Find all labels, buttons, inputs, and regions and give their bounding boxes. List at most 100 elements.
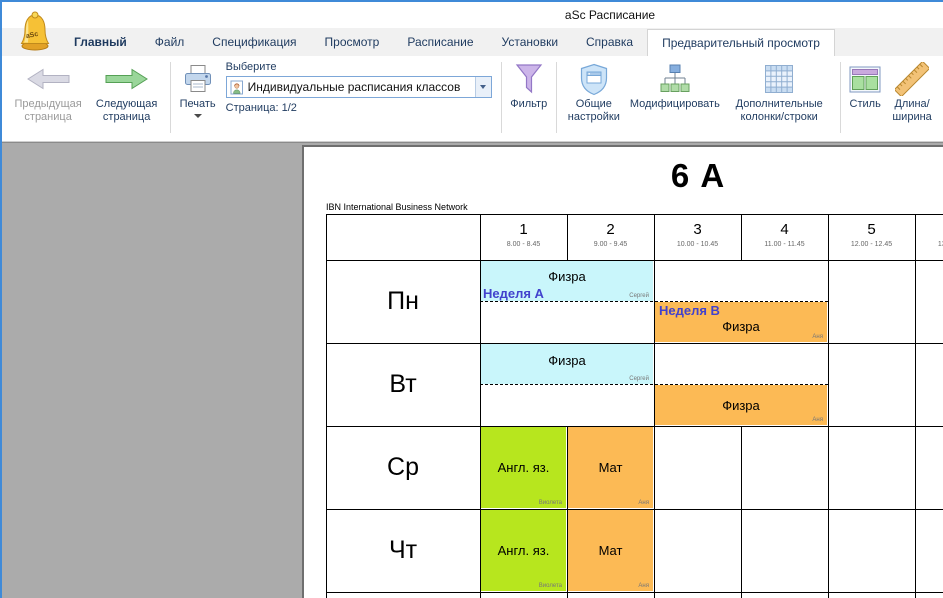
week-a-label: Неделя A xyxy=(483,286,544,301)
lesson-wed-math: Мат Аня xyxy=(568,427,653,508)
period-time: 10.00 - 10.45 xyxy=(654,241,741,248)
menu-tab-fayl[interactable]: Файл xyxy=(141,28,199,56)
column-header-4: 4 11.00 - 11.45 xyxy=(741,214,828,260)
modify-button[interactable]: Модифицировать xyxy=(626,58,724,139)
lesson-teacher: Аня xyxy=(812,334,823,340)
general-settings-button[interactable]: Общие настройки xyxy=(562,58,626,139)
ribbon-separator xyxy=(840,62,841,133)
preview-page: 6 А IBN International Business Network xyxy=(302,145,943,598)
style-button[interactable]: Стиль xyxy=(845,58,885,139)
printer-icon xyxy=(182,60,214,98)
menu-tab-prosmotr[interactable]: Просмотр xyxy=(311,28,394,56)
ribbon-separator xyxy=(556,62,557,133)
menu-tab-glavnyy[interactable]: Главный xyxy=(60,28,141,56)
previous-page-arrow-icon xyxy=(26,60,70,98)
lesson-thu-english: Англ. яз. Виолета xyxy=(481,510,566,591)
school-name: IBN International Business Network xyxy=(326,202,468,212)
lesson-teacher: Аня xyxy=(812,417,823,423)
next-page-button[interactable]: Следующая страница xyxy=(88,58,165,139)
lesson-teacher: Виолета xyxy=(539,583,562,589)
period-number: 4 xyxy=(741,221,828,238)
report-type-value: Индивидуальные расписания классов xyxy=(248,80,475,94)
lesson-tue-weekB-fizra: Физра Аня xyxy=(655,385,827,425)
period-time: 11.00 - 11.45 xyxy=(741,241,828,248)
combobox-dropdown-button[interactable] xyxy=(475,77,491,97)
menu-bar: Главный Файл Спецификация Просмотр Распи… xyxy=(2,28,943,56)
grid-line xyxy=(828,214,829,598)
day-label-tue: Вт xyxy=(326,343,480,426)
print-dropdown-caret-icon xyxy=(194,114,202,118)
next-page-label: Следующая страница xyxy=(92,98,161,124)
lesson-teacher: Аня xyxy=(638,583,649,589)
length-width-label: Длина/ширина xyxy=(889,98,935,124)
period-time: 8.00 - 8.45 xyxy=(480,241,567,248)
ribbon-toolbar: Предыдущая страница Следующая страница xyxy=(2,56,943,142)
general-settings-label: Общие настройки xyxy=(566,98,622,124)
column-header-5: 5 12.00 - 12.45 xyxy=(828,214,915,260)
preview-workspace: 6 А IBN International Business Network xyxy=(2,142,943,598)
extra-columns-rows-label: Дополнительные колонки/строки xyxy=(728,98,831,124)
period-number: 6 xyxy=(915,221,943,238)
next-page-arrow-icon xyxy=(105,60,149,98)
menu-tab-preview-active[interactable]: Предварительный просмотр xyxy=(647,29,835,56)
period-time: 12.00 - 12.45 xyxy=(828,241,915,248)
menu-tab-spetsifikatsiya[interactable]: Спецификация xyxy=(198,28,310,56)
lesson-teacher: Сергей xyxy=(629,293,649,299)
funnel-icon xyxy=(514,60,544,98)
filter-label: Фильтр xyxy=(510,98,547,111)
lesson-mon-weekA-fizra: Физра Сергей Неделя A xyxy=(481,261,653,301)
lesson-tue-weekA-fizra: Физра Сергей xyxy=(481,344,653,384)
ruler-icon xyxy=(895,60,929,98)
style-window-icon xyxy=(849,60,881,98)
menu-tab-ustanovki[interactable]: Установки xyxy=(488,28,572,56)
lesson-subject: Физра xyxy=(655,319,827,334)
menu-tab-spravka[interactable]: Справка xyxy=(572,28,647,56)
app-bell-icon[interactable]: aSc xyxy=(18,10,52,52)
lesson-subject: Англ. яз. xyxy=(481,543,566,558)
period-number: 5 xyxy=(828,221,915,238)
period-number: 2 xyxy=(567,221,654,238)
lesson-subject: Физра xyxy=(655,398,827,413)
lesson-subject: Мат xyxy=(568,460,653,475)
day-label-thu: Чт xyxy=(326,509,480,592)
print-button[interactable]: Печать xyxy=(176,58,220,139)
extra-columns-rows-button[interactable]: Дополнительные колонки/строки xyxy=(724,58,835,139)
period-time: 13.00 - 13.45 xyxy=(915,241,943,248)
grid-line xyxy=(915,214,916,598)
ribbon-separator xyxy=(170,62,171,133)
week-b-label: Неделя B xyxy=(659,303,720,318)
lesson-thu-math: Мат Аня xyxy=(568,510,653,591)
lesson-wed-english: Англ. яз. Виолета xyxy=(481,427,566,508)
page-indicator: Страница: 1/2 xyxy=(226,102,492,114)
app-window: aSc Расписание aSc Главный Файл Специфик… xyxy=(0,0,943,598)
day-label-wed: Ср xyxy=(326,426,480,509)
org-chart-icon xyxy=(659,60,691,98)
column-header-2: 2 9.00 - 9.45 xyxy=(567,214,654,260)
column-header-3: 3 10.00 - 10.45 xyxy=(654,214,741,260)
lesson-teacher: Виолета xyxy=(539,500,562,506)
grid-line xyxy=(741,426,742,598)
lesson-subject: Мат xyxy=(568,543,653,558)
column-header-6: 6 13.00 - 13.45 xyxy=(915,214,943,260)
lesson-subject: Англ. яз. xyxy=(481,460,566,475)
grid-table-icon xyxy=(764,60,794,98)
class-title: 6 А xyxy=(304,157,943,195)
print-label: Печать xyxy=(180,98,216,111)
report-select-group: Выберите Индивидуальные расписания класс… xyxy=(220,58,496,139)
column-header-1: 1 8.00 - 8.45 xyxy=(480,214,567,260)
lesson-subject: Физра xyxy=(481,353,653,368)
select-caption: Выберите xyxy=(226,61,492,73)
day-label-mon: Пн xyxy=(326,260,480,343)
shield-settings-icon xyxy=(579,60,609,98)
lesson-teacher: Сергей xyxy=(629,376,649,382)
previous-page-button[interactable]: Предыдущая страница xyxy=(8,58,88,139)
menu-tab-raspisanie[interactable]: Расписание xyxy=(393,28,487,56)
filter-button[interactable]: Фильтр xyxy=(506,58,551,139)
timetable-grid: 1 8.00 - 8.45 2 9.00 - 9.45 3 10.00 - 10… xyxy=(326,214,943,598)
report-type-combobox[interactable]: Индивидуальные расписания классов xyxy=(226,76,492,98)
lesson-mon-weekB-fizra: Неделя B Физра Аня xyxy=(655,302,827,342)
ribbon-separator xyxy=(501,62,502,133)
lesson-teacher: Аня xyxy=(638,500,649,506)
length-width-button[interactable]: Длина/ширина xyxy=(885,58,939,139)
lesson-subject: Физра xyxy=(481,269,653,284)
